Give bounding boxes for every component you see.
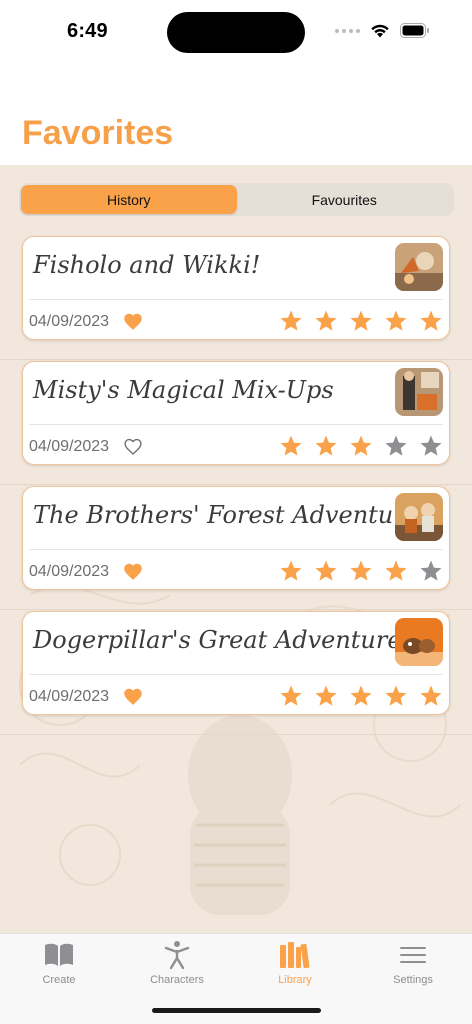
star-filled-icon[interactable]	[349, 684, 373, 708]
list-item: Misty's Magical Mix-Ups 04/09/2023	[0, 360, 472, 485]
story-title: Dogerpillar's Great Adventure	[33, 626, 402, 654]
list-item: Dogerpillar's Great Adventure 04/09/2023	[0, 610, 472, 735]
wifi-icon	[371, 24, 389, 38]
story-thumbnail	[395, 618, 443, 666]
card-divider	[29, 674, 443, 675]
card-divider	[29, 549, 443, 550]
tab-label: Create	[42, 974, 76, 986]
star-filled-icon[interactable]	[314, 684, 338, 708]
list-item: The Brothers' Forest Adventure 04/09/202…	[0, 485, 472, 610]
rating-stars	[279, 559, 443, 583]
tab-settings[interactable]: Settings	[354, 934, 472, 1024]
story-date: 04/09/2023	[29, 563, 110, 580]
segment-history[interactable]: History	[21, 185, 237, 214]
story-date: 04/09/2023	[29, 688, 110, 705]
story-title: Fisholo and Wikki!	[33, 251, 261, 279]
star-filled-icon[interactable]	[419, 309, 443, 333]
star-filled-icon[interactable]	[279, 309, 303, 333]
rating-stars	[279, 684, 443, 708]
star-filled-icon[interactable]	[419, 684, 443, 708]
story-list: Fisholo and Wikki! 04/09/2023 Misty's Ma…	[0, 235, 472, 735]
story-card-dogerpillar[interactable]: Dogerpillar's Great Adventure 04/09/2023	[22, 611, 450, 715]
heart-filled-icon[interactable]	[123, 312, 143, 331]
segment-favourites[interactable]: Favourites	[237, 185, 453, 214]
person-icon	[160, 940, 194, 970]
story-title: Misty's Magical Mix-Ups	[33, 376, 334, 404]
star-filled-icon[interactable]	[349, 434, 373, 458]
favorites-screen: 6:49 Favorites History Favourites Fishol…	[0, 0, 472, 1024]
tab-create[interactable]: Create	[0, 934, 118, 1024]
star-filled-icon[interactable]	[384, 684, 408, 708]
history-favourites-segmented-control: History Favourites	[19, 183, 454, 216]
library-icon	[278, 940, 312, 970]
star-empty-icon[interactable]	[384, 434, 408, 458]
star-filled-icon[interactable]	[279, 434, 303, 458]
star-filled-icon[interactable]	[349, 559, 373, 583]
story-title: The Brothers' Forest Adventure	[33, 501, 419, 529]
list-item: Fisholo and Wikki! 04/09/2023	[0, 235, 472, 360]
star-filled-icon[interactable]	[384, 309, 408, 333]
book-icon	[42, 940, 76, 970]
star-empty-icon[interactable]	[419, 559, 443, 583]
dynamic-island	[167, 12, 305, 53]
story-card-brothers[interactable]: The Brothers' Forest Adventure 04/09/202…	[22, 486, 450, 590]
story-card-misty[interactable]: Misty's Magical Mix-Ups 04/09/2023	[22, 361, 450, 465]
star-filled-icon[interactable]	[349, 309, 373, 333]
star-filled-icon[interactable]	[314, 309, 338, 333]
star-empty-icon[interactable]	[419, 434, 443, 458]
rating-stars	[279, 309, 443, 333]
star-filled-icon[interactable]	[279, 684, 303, 708]
story-thumbnail	[395, 368, 443, 416]
status-indicators	[335, 23, 430, 38]
story-date: 04/09/2023	[29, 438, 110, 455]
heart-filled-icon[interactable]	[123, 562, 143, 581]
card-divider	[29, 299, 443, 300]
story-date: 04/09/2023	[29, 313, 110, 330]
menu-lines-icon	[396, 940, 430, 970]
star-filled-icon[interactable]	[314, 434, 338, 458]
story-thumbnail	[395, 493, 443, 541]
battery-icon	[400, 23, 429, 38]
cellular-signal-icon	[335, 28, 360, 33]
heart-outline-icon[interactable]	[123, 437, 143, 456]
tab-label: Settings	[393, 974, 433, 986]
tab-label: Library	[278, 974, 312, 986]
rating-stars	[279, 434, 443, 458]
page-title: Favorites	[22, 114, 174, 152]
status-bar: 6:49	[0, 0, 472, 64]
heart-filled-icon[interactable]	[123, 687, 143, 706]
tab-label: Characters	[150, 974, 204, 986]
status-time: 6:49	[67, 20, 108, 42]
star-filled-icon[interactable]	[384, 559, 408, 583]
card-divider	[29, 424, 443, 425]
star-filled-icon[interactable]	[314, 559, 338, 583]
story-card-fisholo[interactable]: Fisholo and Wikki! 04/09/2023	[22, 236, 450, 340]
home-indicator	[152, 1008, 321, 1013]
star-filled-icon[interactable]	[279, 559, 303, 583]
story-thumbnail	[395, 243, 443, 291]
